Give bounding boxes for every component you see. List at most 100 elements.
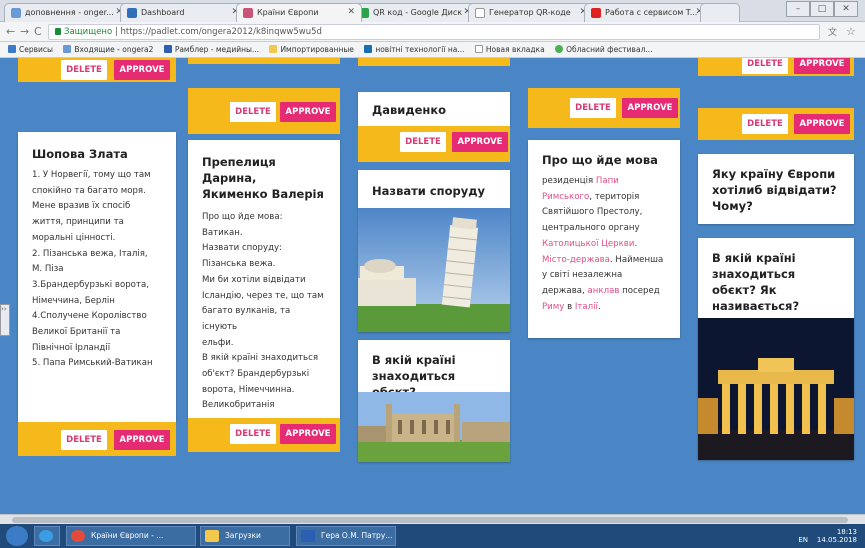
folder-icon — [269, 45, 278, 53]
start-button[interactable] — [6, 526, 28, 546]
post-title: Назвати споруду — [372, 184, 486, 198]
post-body: резиденція Папи Римського, територія Святі… — [528, 174, 680, 315]
post-body-line: Святійшого Престолу, — [542, 205, 666, 221]
moderation-bar — [358, 58, 510, 66]
address-bar: ← → C Защищено | https://padlet.com/onge… — [0, 22, 865, 42]
forward-icon[interactable]: → — [20, 25, 29, 38]
post-title: Шопова Злата — [32, 147, 128, 161]
horizontal-scrollbar[interactable] — [0, 514, 865, 524]
taskbar-downloads[interactable]: Загрузки — [200, 526, 290, 546]
kings-college-image — [358, 392, 510, 462]
tab-dopovnennia[interactable]: доповнення - onger...✕ — [4, 3, 130, 22]
post-text: . — [634, 238, 638, 249]
moderation-bar — [188, 58, 340, 64]
mail-icon — [63, 45, 72, 53]
post-card-prepelytsia[interactable]: Препелиця Дарина, Якименко Валерія Про щ… — [188, 140, 340, 418]
system-tray: EN 18:13 14.05.2018 — [798, 528, 857, 544]
post-body-line: центрального органу — [542, 221, 666, 237]
post-body-line: Католицької Церкви. — [542, 237, 666, 253]
rambler-icon — [163, 45, 172, 53]
post-text: в — [564, 301, 575, 312]
bookmark-novitni[interactable]: новітні технології на... — [364, 42, 465, 57]
post-card-davydenko[interactable]: Давиденко — [358, 92, 510, 126]
approve-button[interactable]: APPROVE — [280, 424, 336, 444]
post-title: Про що йде мова — [542, 153, 658, 167]
wiki-link[interactable]: Риму — [542, 302, 564, 312]
close-tab-icon[interactable]: ✕ — [347, 7, 355, 17]
clock[interactable]: 18:13 14.05.2018 — [817, 528, 857, 544]
reload-icon[interactable]: C — [34, 25, 42, 38]
tab-dashboard[interactable]: Dashboard✕ — [120, 3, 246, 22]
linkedin-icon — [364, 45, 373, 53]
post-text: . — [597, 301, 601, 312]
url-input[interactable]: Защищено | https://padlet.com/ongera2012… — [48, 24, 820, 40]
post-card-yaku-krainu[interactable]: Яку країну Європи хотілиб відвідати? Чом… — [698, 154, 854, 224]
wiki-link[interactable]: Місто-держава — [542, 255, 610, 265]
approve-button[interactable]: APPROVE — [114, 430, 170, 450]
approve-button[interactable]: APPROVE — [794, 114, 850, 134]
wiki-link[interactable]: Папи — [596, 176, 619, 186]
translate-icon[interactable]: 文 — [828, 25, 837, 38]
wiki-link[interactable]: Католицької Церкви — [542, 239, 634, 249]
brandenburg-gate-image — [698, 318, 854, 460]
maximize-button[interactable]: □ — [810, 1, 834, 17]
delete-button[interactable]: DELETE — [61, 430, 107, 450]
favicon-icon — [127, 8, 137, 18]
wiki-link[interactable]: Італії — [575, 302, 598, 312]
approve-button[interactable]: APPROVE — [114, 60, 170, 80]
delete-button[interactable]: DELETE — [400, 132, 446, 152]
taskbar-chrome[interactable]: Країни Європи - ... — [66, 526, 196, 546]
padlet-wall: DELETE APPROVE Шопова Злата 1. У Норвегі… — [0, 58, 865, 514]
approve-button[interactable]: APPROVE — [622, 98, 678, 118]
delete-button[interactable]: DELETE — [570, 98, 616, 118]
bookmark-imported[interactable]: Импортированные — [269, 42, 354, 57]
moderation-bar: DELETE APPROVE — [698, 108, 854, 140]
post-title: В якій країні знаходиться обєкт? Як нази… — [712, 251, 800, 313]
delete-button[interactable]: DELETE — [230, 424, 276, 444]
post-card-shopova[interactable]: Шопова Злата 1. У Норвегії, тому що там … — [18, 132, 176, 422]
side-panel-toggle[interactable]: ›› — [0, 304, 10, 336]
wiki-link[interactable]: Римського — [542, 192, 589, 202]
scrollbar-thumb[interactable] — [12, 517, 848, 523]
moderation-bar: DELETE APPROVE — [528, 88, 680, 128]
favicon-icon — [243, 8, 253, 18]
back-icon[interactable]: ← — [6, 25, 15, 38]
taskbar-word[interactable]: Гера О.М. Патру... — [296, 526, 396, 546]
ie-taskbar-icon[interactable] — [34, 526, 60, 546]
delete-button[interactable]: DELETE — [61, 60, 107, 80]
bookmark-inbox[interactable]: Входящие - ongera2 — [63, 42, 153, 57]
post-card-brandenburg[interactable]: В якій країні знаходиться обєкт? Як нази… — [698, 238, 854, 460]
delete-button[interactable]: DELETE — [230, 102, 276, 122]
post-card-pro-shcho-ide-mova[interactable]: Про що йде мова резиденція Папи Римського… — [528, 140, 680, 338]
minimize-button[interactable]: – — [786, 1, 810, 17]
tab-robota-z-servisom[interactable]: Работа с сервисом T...✕ — [584, 3, 710, 22]
post-card-v-yakii-kraini[interactable]: В якій країні знаходиться обєкт? — [358, 340, 510, 462]
moderation-bar: DELETE APPROVE — [188, 418, 340, 452]
close-window-button[interactable]: ✕ — [834, 1, 858, 17]
delete-button[interactable]: DELETE — [742, 58, 788, 74]
apps-icon — [8, 45, 16, 53]
tab-generator-qr[interactable]: Генератор QR-коде✕ — [468, 3, 594, 22]
post-text: у світі незалежна — [542, 270, 623, 281]
approve-button[interactable]: APPROVE — [794, 58, 850, 74]
bookmark-rambler[interactable]: Рамблер - медийны... — [163, 42, 259, 57]
post-text: держава, — [542, 285, 588, 296]
new-tab-button[interactable] — [700, 3, 740, 22]
language-indicator[interactable]: EN — [798, 536, 808, 544]
post-body: 1. У Норвегії, тому що там спокійно та б… — [32, 170, 153, 369]
approve-button[interactable]: APPROVE — [280, 102, 336, 122]
bookmark-apps[interactable]: Сервисы — [8, 42, 53, 57]
tab-krainy-yevropy[interactable]: Країни Європи ✕ — [236, 3, 362, 22]
folder-icon — [205, 530, 219, 542]
tab-qr-kod[interactable]: QR код - Google Диск✕ — [352, 3, 478, 22]
delete-button[interactable]: DELETE — [742, 114, 788, 134]
post-text: центрального органу — [542, 223, 640, 234]
post-title: Яку країну Європи хотілиб відвідати? Чом… — [712, 167, 837, 213]
post-card-nazvaty-sporudu[interactable]: Назвати споруду — [358, 170, 510, 332]
wiki-link[interactable]: анклав — [588, 286, 620, 296]
post-body-line: Місто-держава. Найменша — [542, 253, 666, 269]
approve-button[interactable]: APPROVE — [452, 132, 508, 152]
bookmark-new-tab[interactable]: Новая вкладка — [474, 42, 545, 57]
bookmark-star-icon[interactable]: ☆ — [846, 25, 856, 38]
bookmark-festival[interactable]: Обласний фестивал... — [555, 42, 653, 57]
